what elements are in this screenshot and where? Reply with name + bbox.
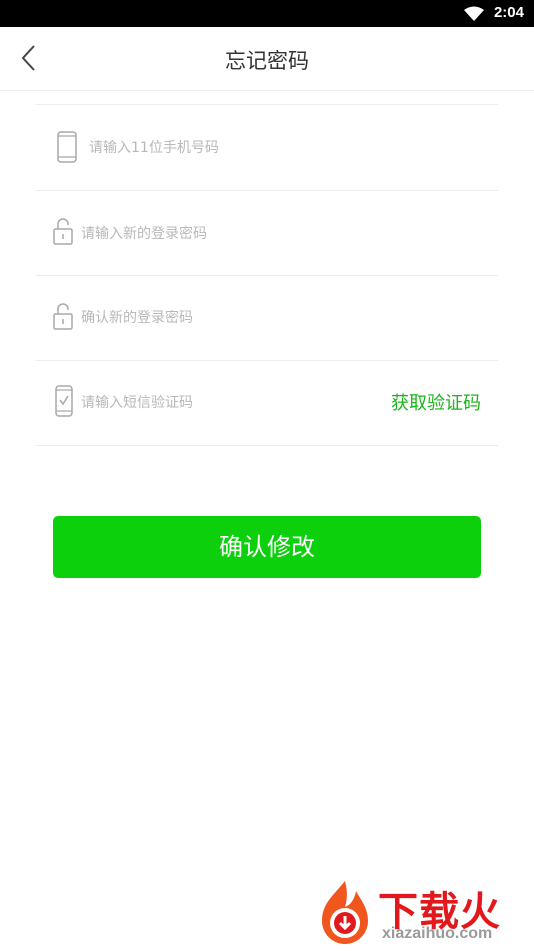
confirm-password-field[interactable]: 确认新的登录密码 (36, 276, 498, 361)
sms-code-input[interactable]: 请输入短信验证码 (81, 392, 193, 412)
new-password-input[interactable]: 请输入新的登录密码 (81, 223, 207, 243)
phone-field[interactable]: 请输入11位手机号码 (36, 106, 498, 191)
sms-phone-icon (55, 385, 73, 421)
get-code-button[interactable]: 获取验证码 (391, 389, 481, 415)
watermark: 下载火 xiazaihuo.com (312, 877, 534, 949)
watermark-url: xiazaihuo.com (382, 925, 493, 942)
wifi-icon (464, 6, 484, 25)
nav-bar: 忘记密码 (0, 27, 534, 91)
phone-input[interactable]: 请输入11位手机号码 (89, 137, 219, 157)
phone-icon (57, 131, 77, 167)
lock-icon (53, 302, 73, 334)
status-time: 2:04 (493, 4, 524, 21)
confirm-password-input[interactable]: 确认新的登录密码 (81, 307, 193, 327)
page-title: 忘记密码 (225, 49, 309, 73)
divider (36, 104, 498, 105)
logo-icon (314, 879, 376, 951)
sms-code-field[interactable]: 请输入短信验证码 获取验证码 (36, 361, 498, 446)
status-bar: 2:04 (0, 0, 534, 27)
new-password-field[interactable]: 请输入新的登录密码 (36, 191, 498, 276)
confirm-button[interactable]: 确认修改 (53, 516, 481, 578)
lock-icon (53, 217, 73, 249)
